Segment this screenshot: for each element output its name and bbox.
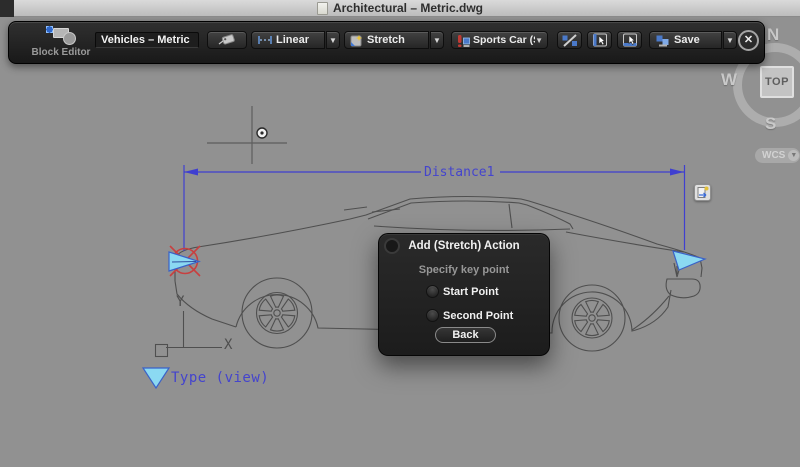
save-block-icon — [655, 34, 671, 47]
window-title-bar: Architectural – Metric.dwg — [0, 0, 800, 17]
dialog-title: Add (Stretch) Action — [379, 240, 549, 252]
chevron-down-icon: ▼ — [535, 36, 543, 45]
ucs-y-label: Y — [176, 294, 184, 310]
type-view-prompt: Type (view) — [171, 370, 269, 386]
slash-squares-icon — [561, 34, 579, 47]
tag-icon — [218, 34, 236, 46]
window-corner — [0, 0, 14, 17]
block-editor-visor: Block Editor Linear ▼ Stretch ▼ — [8, 21, 765, 64]
parameter-dropdown-label: Linear — [276, 34, 309, 46]
dimension-label: Distance1 — [424, 165, 494, 180]
radio-icon[interactable] — [426, 309, 439, 322]
stretch-action-badge-icon[interactable] — [694, 184, 711, 201]
action-dropdown-arrow[interactable]: ▼ — [430, 31, 444, 49]
viewcube-top-face[interactable]: TOP — [760, 66, 794, 98]
parameter-dropdown-arrow[interactable]: ▼ — [326, 31, 340, 49]
block-editor-label: Block Editor — [23, 47, 99, 58]
block-editor-mode: Block Editor — [23, 25, 99, 58]
viewcube-west[interactable]: W — [721, 70, 737, 90]
block-dropdown[interactable]: Sports Car (Side) ▼ — [451, 31, 548, 49]
save-dropdown-label: Save — [674, 34, 700, 46]
action-dropdown[interactable]: Stretch — [344, 31, 429, 49]
ucs-x-label: X — [224, 337, 232, 353]
radio-icon[interactable] — [426, 285, 439, 298]
dialog-subtitle: Specify key point — [379, 264, 549, 276]
block-dropdown-label: Sports Car (Side) — [473, 34, 535, 46]
viewcube-north[interactable]: N — [767, 25, 779, 45]
block-name-input[interactable] — [95, 32, 199, 48]
chevron-down-icon: ▼ — [788, 150, 799, 161]
block-reference-icon — [457, 34, 470, 47]
stretch-action-icon — [350, 34, 364, 47]
convert-parameter-button[interactable] — [557, 31, 582, 49]
wcs-dropdown[interactable]: WCS ▼ — [755, 148, 800, 163]
close-block-editor-button[interactable]: ✕ — [738, 30, 759, 51]
select-objects-button[interactable] — [617, 31, 642, 49]
start-point-option[interactable]: Start Point — [426, 285, 499, 298]
back-button[interactable]: Back — [435, 327, 496, 343]
viewcube-south[interactable]: S — [765, 114, 776, 134]
select-parameter-button[interactable] — [587, 31, 612, 49]
save-dropdown[interactable]: Save — [649, 31, 722, 49]
linear-parameter-icon — [257, 34, 273, 46]
block-editor-icon — [44, 25, 78, 46]
save-dropdown-arrow[interactable]: ▼ — [723, 31, 737, 49]
wcs-label: WCS — [762, 150, 785, 161]
cursor-select-icon — [591, 33, 609, 47]
action-dropdown-label: Stretch — [367, 34, 405, 46]
window-title: Architectural – Metric.dwg — [333, 1, 483, 15]
option-label: Second Point — [443, 310, 513, 322]
option-label: Start Point — [443, 286, 499, 298]
parameter-dropdown[interactable]: Linear — [251, 31, 325, 49]
second-point-option[interactable]: Second Point — [426, 309, 513, 322]
edit-block-button[interactable] — [207, 31, 247, 49]
document-icon — [317, 2, 328, 15]
add-stretch-action-dialog: Add (Stretch) Action Specify key point S… — [378, 233, 550, 356]
cursor-objects-icon — [621, 33, 639, 47]
